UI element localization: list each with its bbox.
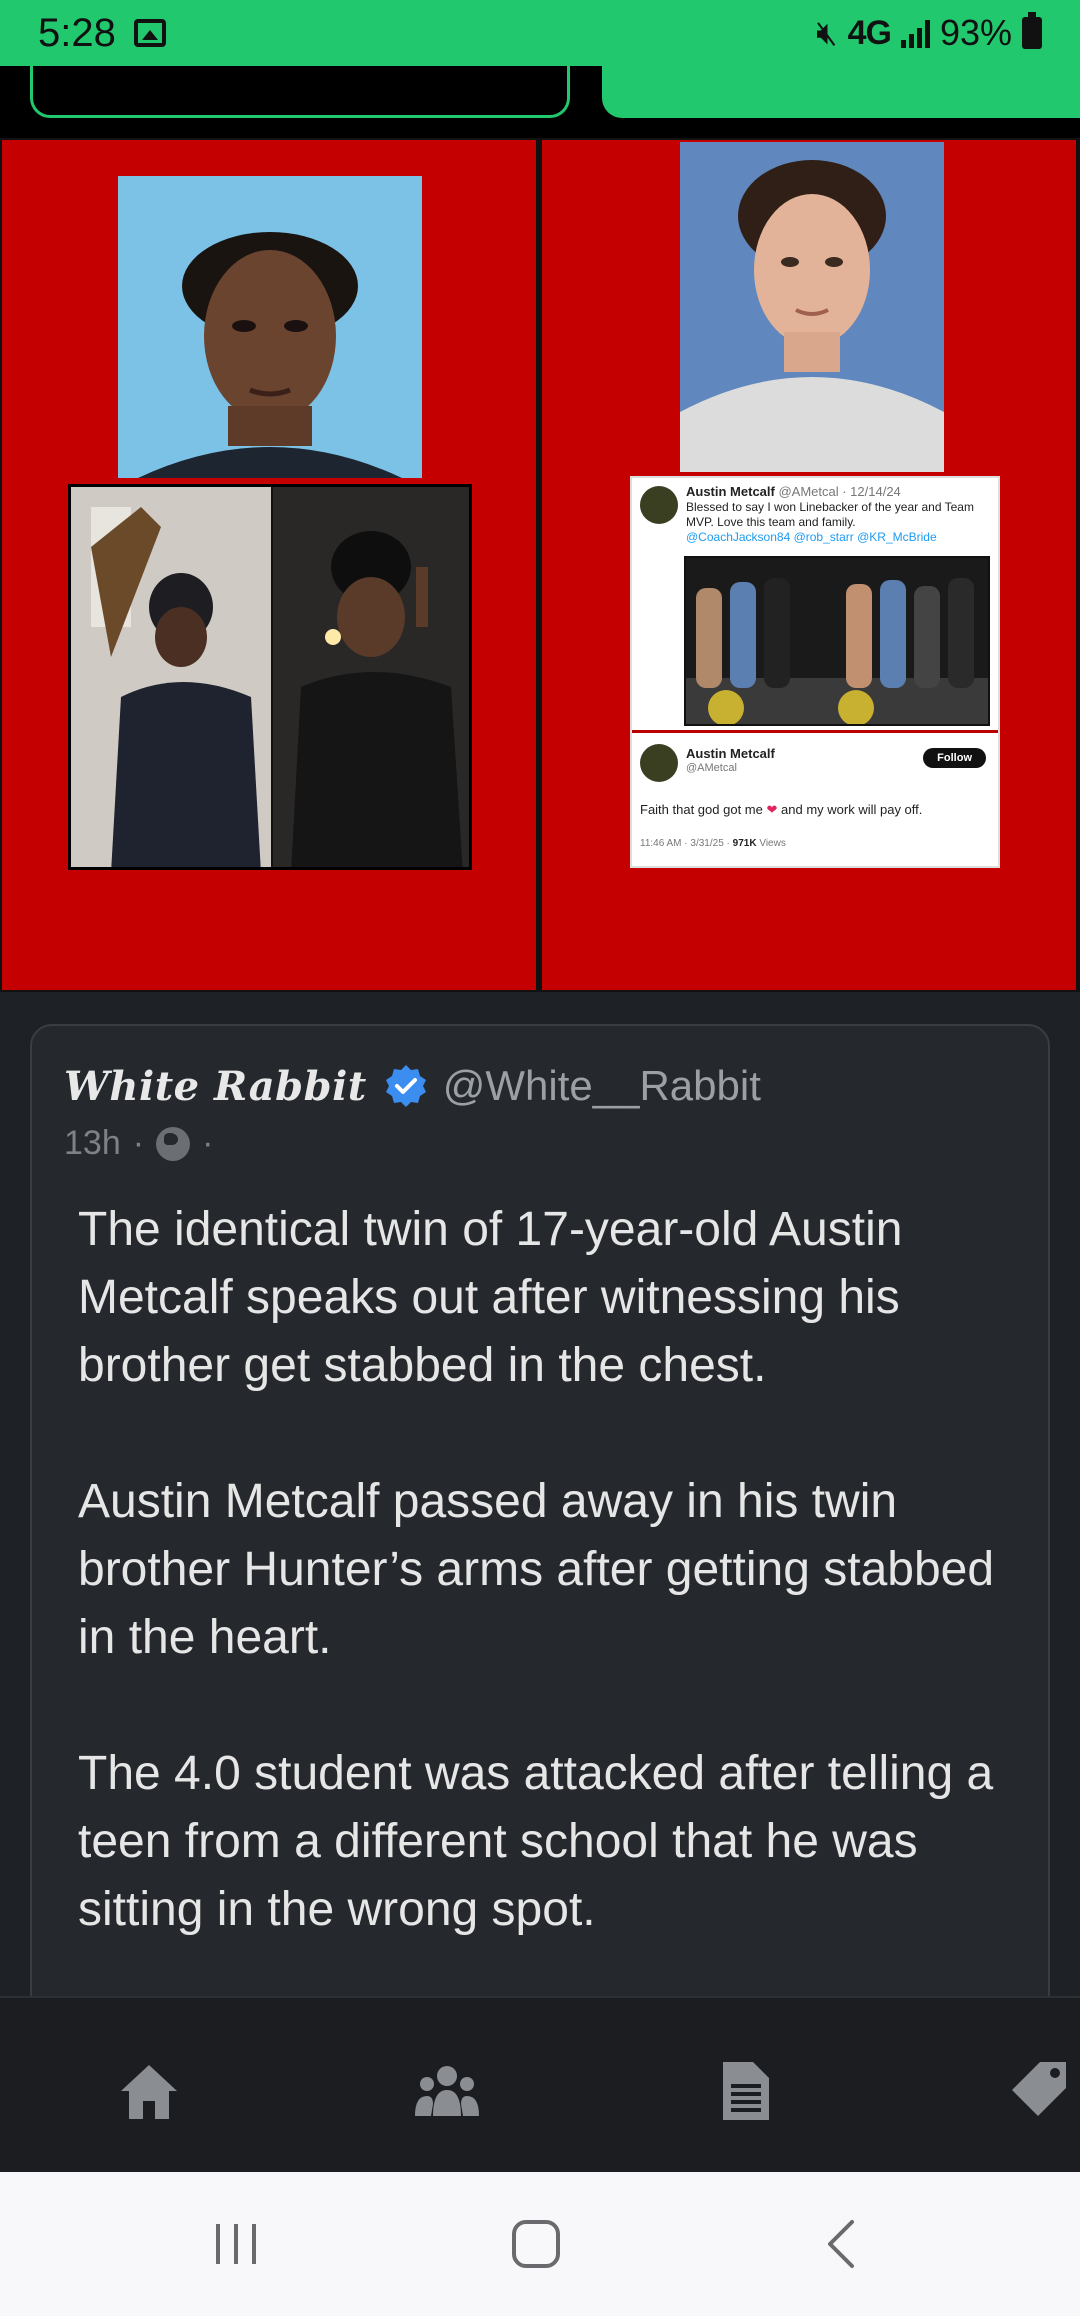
quoted-post-card[interactable]: White Rabbit @White__Rabbit 13h · · The …: [30, 1024, 1050, 2064]
post-body: The identical twin of 17-year-old Austin…: [78, 1196, 1018, 2012]
author-name[interactable]: White Rabbit: [64, 1063, 367, 1110]
screen: 5:28 🔇︎ 4G 93% Austin Metcalf @AMetcal ·…: [0, 0, 1080, 2316]
divider: [632, 730, 998, 733]
battery-icon: [1022, 12, 1042, 49]
post-paragraph: The identical twin of 17-year-old Austin…: [78, 1203, 903, 1392]
award-photo: [684, 556, 990, 726]
home-icon[interactable]: [114, 2056, 184, 2126]
portrait-photo: [680, 142, 944, 472]
status-time: 5:28: [38, 10, 116, 55]
post-time: 13h: [64, 1124, 121, 1162]
post-header: White Rabbit @White__Rabbit: [64, 1062, 761, 1110]
tweet-meta: 11:46 AM · 3/31/25 · 971K Views: [640, 838, 786, 849]
globe-icon: [156, 1126, 191, 1161]
avatar: [640, 486, 678, 524]
verified-badge-icon: [385, 1065, 426, 1107]
tweet-handle: @AMetcal: [686, 762, 737, 774]
back-icon[interactable]: [812, 2214, 872, 2274]
status-bar: 5:28 🔇︎ 4G 93%: [0, 0, 1080, 66]
document-icon[interactable]: [710, 2056, 780, 2126]
signal-icon: [900, 18, 930, 48]
tag-icon[interactable]: [1010, 2056, 1080, 2126]
embedded-tweet-screenshot: Austin Metcalf @AMetcal · 12/14/24 Bless…: [630, 476, 1000, 868]
meta-dot: ·: [132, 1124, 145, 1162]
network-type: 4G: [847, 13, 892, 52]
home-button-icon[interactable]: [506, 2214, 566, 2274]
post-paragraph: The 4.0 student was attacked after telli…: [78, 1747, 994, 1936]
tweet-author: Austin Metcalf: [686, 746, 775, 761]
tweet-text: Blessed to say I won Linebacker of the y…: [686, 500, 974, 544]
system-navigation-bar: [0, 2172, 1080, 2316]
follow-button: Follow: [923, 748, 986, 768]
bottom-navigation: [0, 1996, 1080, 2172]
meta-dot: ·: [202, 1124, 214, 1162]
tweet-text: Faith that god got me ❤ and my work will…: [640, 802, 923, 817]
recents-icon[interactable]: [206, 2214, 266, 2274]
author-handle[interactable]: @White__Rabbit: [443, 1062, 761, 1110]
left-image-panel: [2, 140, 536, 990]
post-meta: 13h · ·: [64, 1124, 213, 1163]
post-image[interactable]: Austin Metcalf @AMetcal · 12/14/24 Bless…: [0, 138, 1080, 992]
avatar: [640, 744, 678, 782]
tweet-author: Austin Metcalf @AMetcal · 12/14/24: [686, 484, 901, 499]
photo-collage: [68, 484, 472, 870]
top-controls: [0, 56, 1080, 138]
status-right: 🔇︎ 4G 93%: [816, 12, 1042, 54]
post-paragraph: Austin Metcalf passed away in his twin b…: [78, 1475, 995, 1664]
groups-icon[interactable]: [412, 2056, 482, 2126]
mugshot-photo: [118, 176, 422, 478]
mute-icon: 🔇︎: [816, 13, 838, 52]
heart-icon: ❤: [766, 802, 778, 817]
right-image-panel: Austin Metcalf @AMetcal · 12/14/24 Bless…: [542, 140, 1076, 990]
battery-percent: 93%: [939, 12, 1012, 53]
image-notification-icon: [133, 19, 166, 47]
